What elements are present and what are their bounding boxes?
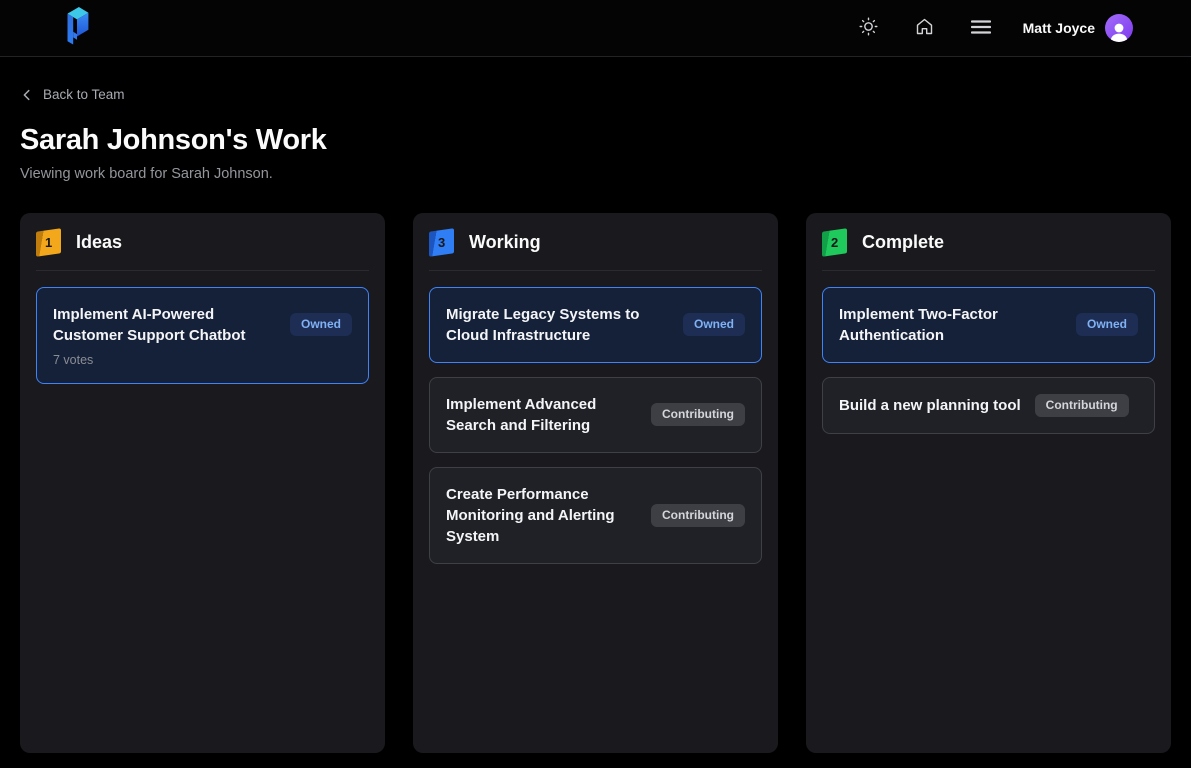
card-title: Implement Advanced Search and Filtering <box>446 394 637 436</box>
column-count-badge: 2 <box>822 228 847 257</box>
board-column-complete: 2 Complete Implement Two-Factor Authenti… <box>806 213 1171 753</box>
column-title: Working <box>469 232 541 253</box>
main-content: Back to Team Sarah Johnson's Work Viewin… <box>0 57 1191 753</box>
card-row: Migrate Legacy Systems to Cloud Infrastr… <box>446 304 745 346</box>
board-column-working: 3 Working Migrate Legacy Systems to Clou… <box>413 213 778 753</box>
column-count: 3 <box>438 235 445 250</box>
page-title: Sarah Johnson's Work <box>20 124 1171 157</box>
page-subtitle: Viewing work board for Sarah Johnson. <box>20 166 1171 182</box>
card-votes: 7 votes <box>53 353 352 367</box>
work-card[interactable]: Migrate Legacy Systems to Cloud Infrastr… <box>429 287 762 363</box>
column-count-badge: 1 <box>36 228 61 257</box>
card-title: Create Performance Monitoring and Alerti… <box>446 484 637 547</box>
column-count: 1 <box>45 235 52 250</box>
column-cards: Implement AI-Powered Customer Support Ch… <box>20 271 385 400</box>
column-title: Ideas <box>76 232 122 253</box>
card-title: Implement AI-Powered Customer Support Ch… <box>53 304 276 346</box>
card-row: Implement Two-Factor Authentication Owne… <box>839 304 1138 346</box>
card-title: Implement Two-Factor Authentication <box>839 304 1062 346</box>
app-logo[interactable] <box>58 3 96 54</box>
work-card[interactable]: Implement Advanced Search and Filtering … <box>429 377 762 453</box>
avatar[interactable] <box>1105 14 1133 42</box>
user-avatar-icon <box>1107 20 1131 42</box>
column-header: 2 Complete <box>806 213 1171 270</box>
back-link-label: Back to Team <box>43 87 125 102</box>
user-name: Matt Joyce <box>1023 20 1095 36</box>
isometric-p-logo-icon <box>58 3 96 54</box>
role-badge: Contributing <box>1035 394 1129 417</box>
navbar-actions: Matt Joyce <box>855 14 1133 42</box>
card-row: Build a new planning tool Contributing <box>839 394 1138 417</box>
column-cards: Migrate Legacy Systems to Cloud Infrastr… <box>413 271 778 580</box>
role-badge: Owned <box>683 313 745 336</box>
column-header: 1 Ideas <box>20 213 385 270</box>
home-button[interactable] <box>911 14 939 42</box>
top-navbar: Matt Joyce <box>0 0 1191 57</box>
board-column-ideas: 1 Ideas Implement AI-Powered Customer Su… <box>20 213 385 753</box>
theme-toggle-button[interactable] <box>855 14 883 42</box>
user-chip: Matt Joyce <box>1023 14 1133 42</box>
chevron-left-icon <box>20 88 34 102</box>
home-icon <box>914 16 935 40</box>
work-card[interactable]: Implement Two-Factor Authentication Owne… <box>822 287 1155 363</box>
work-board: 1 Ideas Implement AI-Powered Customer Su… <box>20 213 1171 753</box>
card-row: Create Performance Monitoring and Alerti… <box>446 484 745 547</box>
role-badge: Owned <box>1076 313 1138 336</box>
work-card[interactable]: Build a new planning tool Contributing <box>822 377 1155 434</box>
card-title: Build a new planning tool <box>839 395 1021 416</box>
role-badge: Owned <box>290 313 352 336</box>
menu-button[interactable] <box>967 14 995 42</box>
column-count-badge: 3 <box>429 228 454 257</box>
column-count: 2 <box>831 235 838 250</box>
sun-icon <box>858 16 879 40</box>
work-card[interactable]: Create Performance Monitoring and Alerti… <box>429 467 762 564</box>
column-cards: Implement Two-Factor Authentication Owne… <box>806 271 1171 450</box>
role-badge: Contributing <box>651 403 745 426</box>
card-row: Implement AI-Powered Customer Support Ch… <box>53 304 352 346</box>
work-card[interactable]: Implement AI-Powered Customer Support Ch… <box>36 287 369 384</box>
card-title: Migrate Legacy Systems to Cloud Infrastr… <box>446 304 669 346</box>
column-title: Complete <box>862 232 944 253</box>
card-row: Implement Advanced Search and Filtering … <box>446 394 745 436</box>
role-badge: Contributing <box>651 504 745 527</box>
back-to-team-link[interactable]: Back to Team <box>20 87 125 102</box>
column-header: 3 Working <box>413 213 778 270</box>
hamburger-menu-icon <box>971 19 991 38</box>
